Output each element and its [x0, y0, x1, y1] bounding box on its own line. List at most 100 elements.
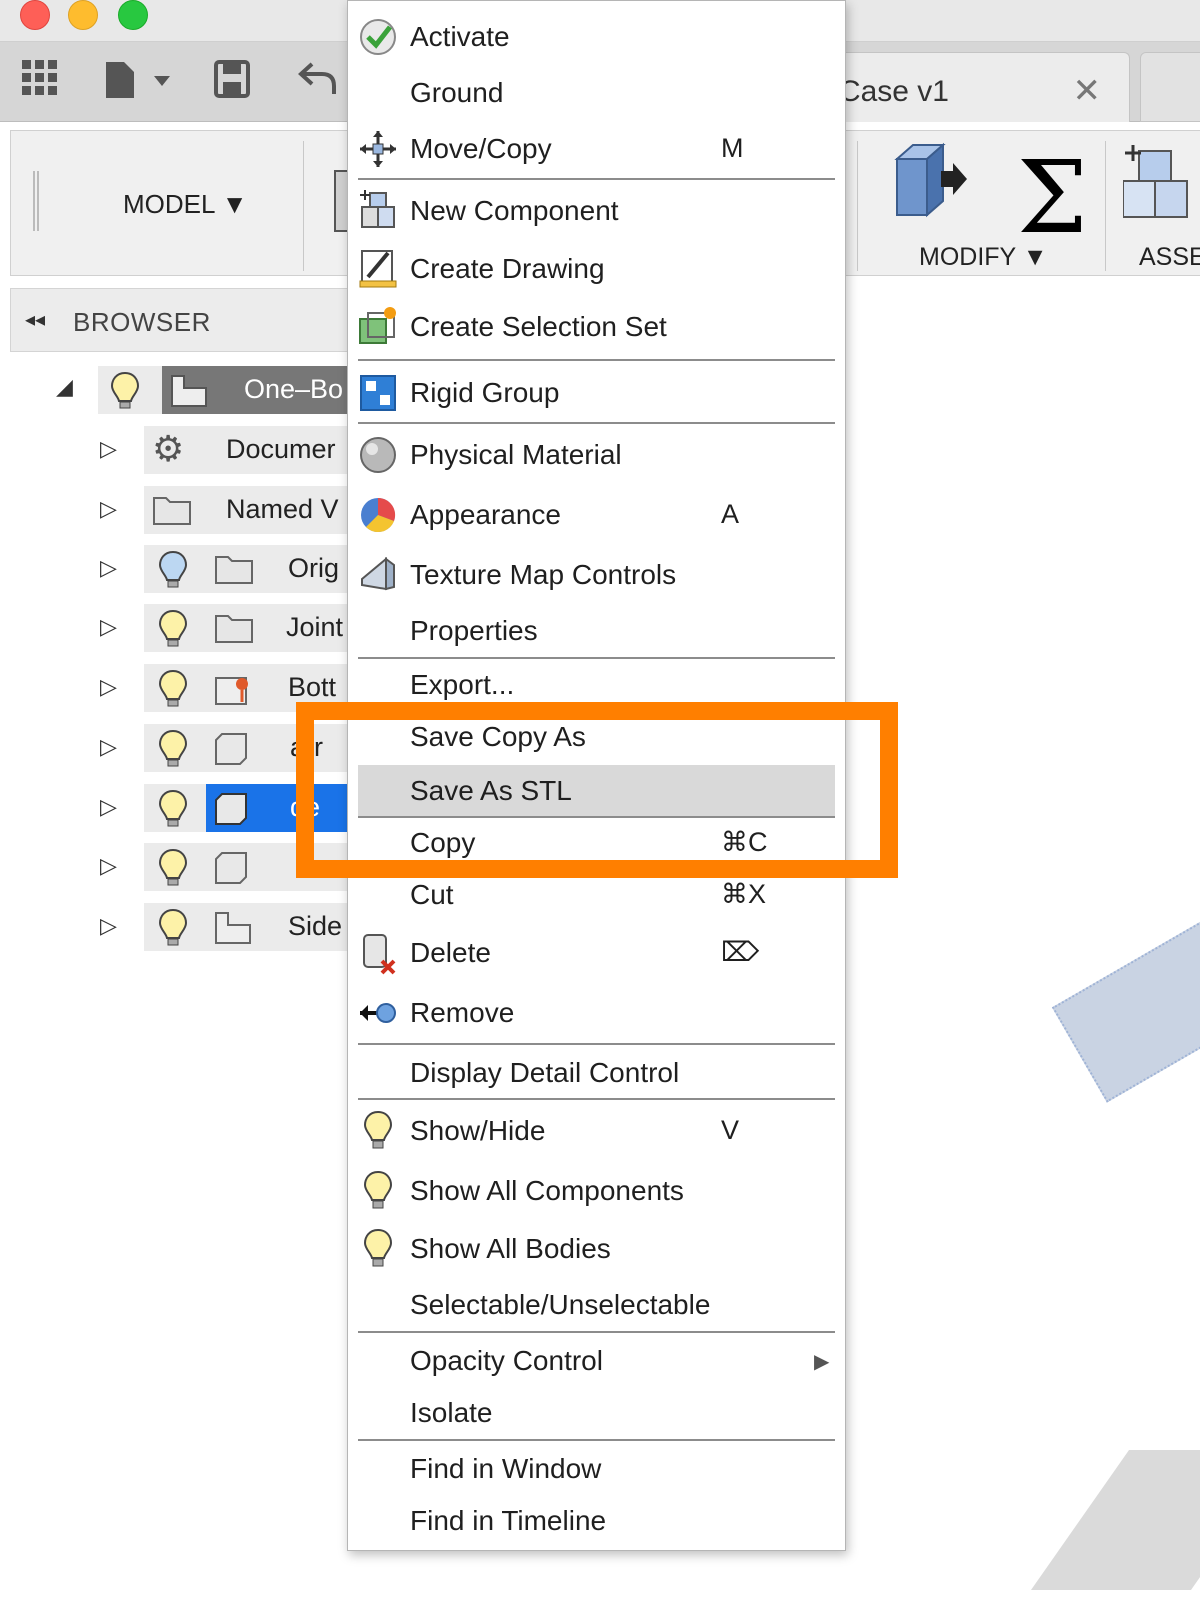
menu-item-cut[interactable]: Cut ⌘X [348, 871, 845, 923]
ribbon-grip[interactable] [33, 171, 39, 231]
menu-item-label: Export... [410, 669, 515, 700]
menu-item-label: Find in Timeline [410, 1505, 607, 1536]
sigma-icon[interactable]: Σ [1017, 139, 1088, 256]
lightbulb-icon [363, 1170, 393, 1209]
menu-item-label: Remove [410, 997, 515, 1028]
menu-item-appearance[interactable]: Appearance A [348, 487, 845, 543]
menu-item-new-component[interactable]: New Component [348, 183, 845, 239]
menu-item-label: Display Detail Control [410, 1057, 680, 1088]
tree-item-named-views[interactable]: ▷ Named V [0, 486, 350, 534]
collapse-panel-icon[interactable]: ◂◂ [25, 307, 45, 332]
browser-panel-header[interactable]: ◂◂ BROWSER [10, 288, 350, 352]
tree-item-sides[interactable]: ▷ Side [0, 903, 350, 951]
menu-item-find-in-window[interactable]: Find in Window [348, 1443, 845, 1495]
menu-item-ground[interactable]: Ground [348, 65, 845, 117]
file-icon[interactable] [104, 60, 174, 100]
lightbulb-icon[interactable] [156, 788, 190, 830]
menu-item-selectable-unselectable[interactable]: Selectable/Unselectable [348, 1279, 845, 1331]
lightbulb-icon[interactable] [156, 668, 190, 710]
expand-caret-icon[interactable]: ▷ [100, 794, 117, 820]
move-arrows-icon [360, 131, 396, 167]
lightbulb-icon[interactable] [156, 907, 190, 949]
menu-item-texture-map-controls[interactable]: Texture Map Controls [348, 547, 845, 603]
folder-icon [215, 615, 253, 643]
viewport-body-shape[interactable] [1030, 1450, 1200, 1590]
menu-shortcut: ⌦ [721, 937, 760, 967]
new-tab[interactable] [1140, 52, 1200, 122]
ribbon-divider [1105, 141, 1106, 271]
press-pull-icon[interactable] [887, 141, 971, 221]
expand-caret-icon[interactable]: ▷ [100, 436, 117, 462]
expand-caret-icon[interactable]: ▷ [100, 674, 117, 700]
lightbulb-icon[interactable] [108, 370, 142, 412]
remove-icon [360, 1003, 396, 1023]
create-drawing-icon [359, 250, 397, 288]
body-icon [215, 733, 247, 765]
delete-icon [363, 934, 396, 975]
menu-item-activate[interactable]: Activate [348, 9, 845, 61]
menu-item-show-all-components[interactable]: Show All Components [348, 1163, 845, 1219]
menu-item-move-copy[interactable]: Move/Copy M [348, 121, 845, 175]
menu-item-rigid-group[interactable]: Rigid Group [348, 365, 845, 421]
menu-item-delete[interactable]: Delete ⌦ [348, 925, 845, 981]
expand-caret-icon[interactable]: ▷ [100, 555, 117, 581]
close-tab-icon[interactable]: ✕ [1073, 71, 1102, 111]
menu-item-create-drawing[interactable]: Create Drawing [348, 241, 845, 297]
menu-item-physical-material[interactable]: Physical Material [348, 427, 845, 483]
lightbulb-icon[interactable] [156, 608, 190, 650]
menu-item-label: Show All Bodies [410, 1233, 611, 1264]
grid-icon[interactable] [22, 60, 58, 96]
tree-root-row[interactable]: ◢ One–Bo [0, 366, 350, 414]
undo-icon[interactable] [298, 60, 338, 96]
expand-caret-icon[interactable]: ▷ [100, 734, 117, 760]
assemble-component-icon[interactable] [1123, 143, 1200, 223]
new-component-icon [360, 190, 395, 228]
menu-item-label: Selectable/Unselectable [410, 1289, 711, 1320]
folder-icon [153, 497, 191, 525]
body-icon [215, 793, 247, 825]
tree-item-origin[interactable]: ▷ Orig [0, 545, 350, 593]
menu-item-label: Show All Components [410, 1175, 684, 1206]
menu-item-create-selection-set[interactable]: Create Selection Set [348, 299, 845, 355]
menu-item-show-hide[interactable]: Show/Hide V [348, 1103, 845, 1159]
lightbulb-icon[interactable] [156, 549, 190, 591]
menu-item-show-all-bodies[interactable]: Show All Bodies [348, 1221, 845, 1277]
expand-caret-icon[interactable]: ▷ [100, 496, 117, 522]
menu-item-find-in-timeline[interactable]: Find in Timeline [348, 1495, 845, 1547]
menu-shortcut: ⌘X [721, 879, 767, 909]
assemble-dropdown[interactable]: ASSE [1139, 243, 1200, 272]
save-icon[interactable] [214, 60, 250, 98]
menu-item-label: Show/Hide [410, 1115, 546, 1146]
menu-item-properties[interactable]: Properties [348, 605, 845, 657]
menu-item-label: Appearance [410, 499, 562, 530]
lightbulb-icon [363, 1110, 393, 1149]
tree-root-label: One–Bo [244, 374, 344, 404]
menu-item-label: New Component [410, 195, 619, 226]
menu-item-opacity-control[interactable]: Opacity Control ▶ [348, 1335, 845, 1387]
material-sphere-icon [360, 437, 396, 473]
workspace-dropdown[interactable]: MODEL ▼ [123, 189, 247, 220]
modify-dropdown[interactable]: MODIFY ▼ [919, 243, 1047, 272]
browser-title: BROWSER [73, 307, 211, 337]
expand-caret-icon[interactable]: ▷ [100, 913, 117, 939]
selection-set-icon [359, 307, 396, 344]
menu-item-label: Isolate [410, 1397, 493, 1428]
submenu-arrow-icon: ▶ [814, 1351, 830, 1373]
menu-separator [358, 1331, 835, 1333]
expand-caret-icon[interactable]: ▷ [100, 614, 117, 640]
tree-item-joints[interactable]: ▷ Joint [0, 604, 350, 652]
expand-caret-icon[interactable]: ▷ [100, 853, 117, 879]
tree-item-label: Side [288, 911, 343, 941]
expand-caret-icon[interactable]: ◢ [56, 374, 73, 400]
tree-item-document-settings[interactable]: ▷ ⚙ Documer [0, 426, 350, 474]
zoom-window-button[interactable] [118, 0, 148, 30]
menu-item-isolate[interactable]: Isolate [348, 1387, 845, 1439]
viewport-body-shape[interactable] [1051, 907, 1200, 1103]
folder-icon [215, 556, 253, 584]
lightbulb-icon[interactable] [156, 728, 190, 770]
menu-item-display-detail-control[interactable]: Display Detail Control [348, 1047, 845, 1099]
close-window-button[interactable] [20, 0, 50, 30]
lightbulb-icon[interactable] [156, 847, 190, 889]
menu-item-remove[interactable]: Remove [348, 985, 845, 1041]
minimize-window-button[interactable] [68, 0, 98, 30]
